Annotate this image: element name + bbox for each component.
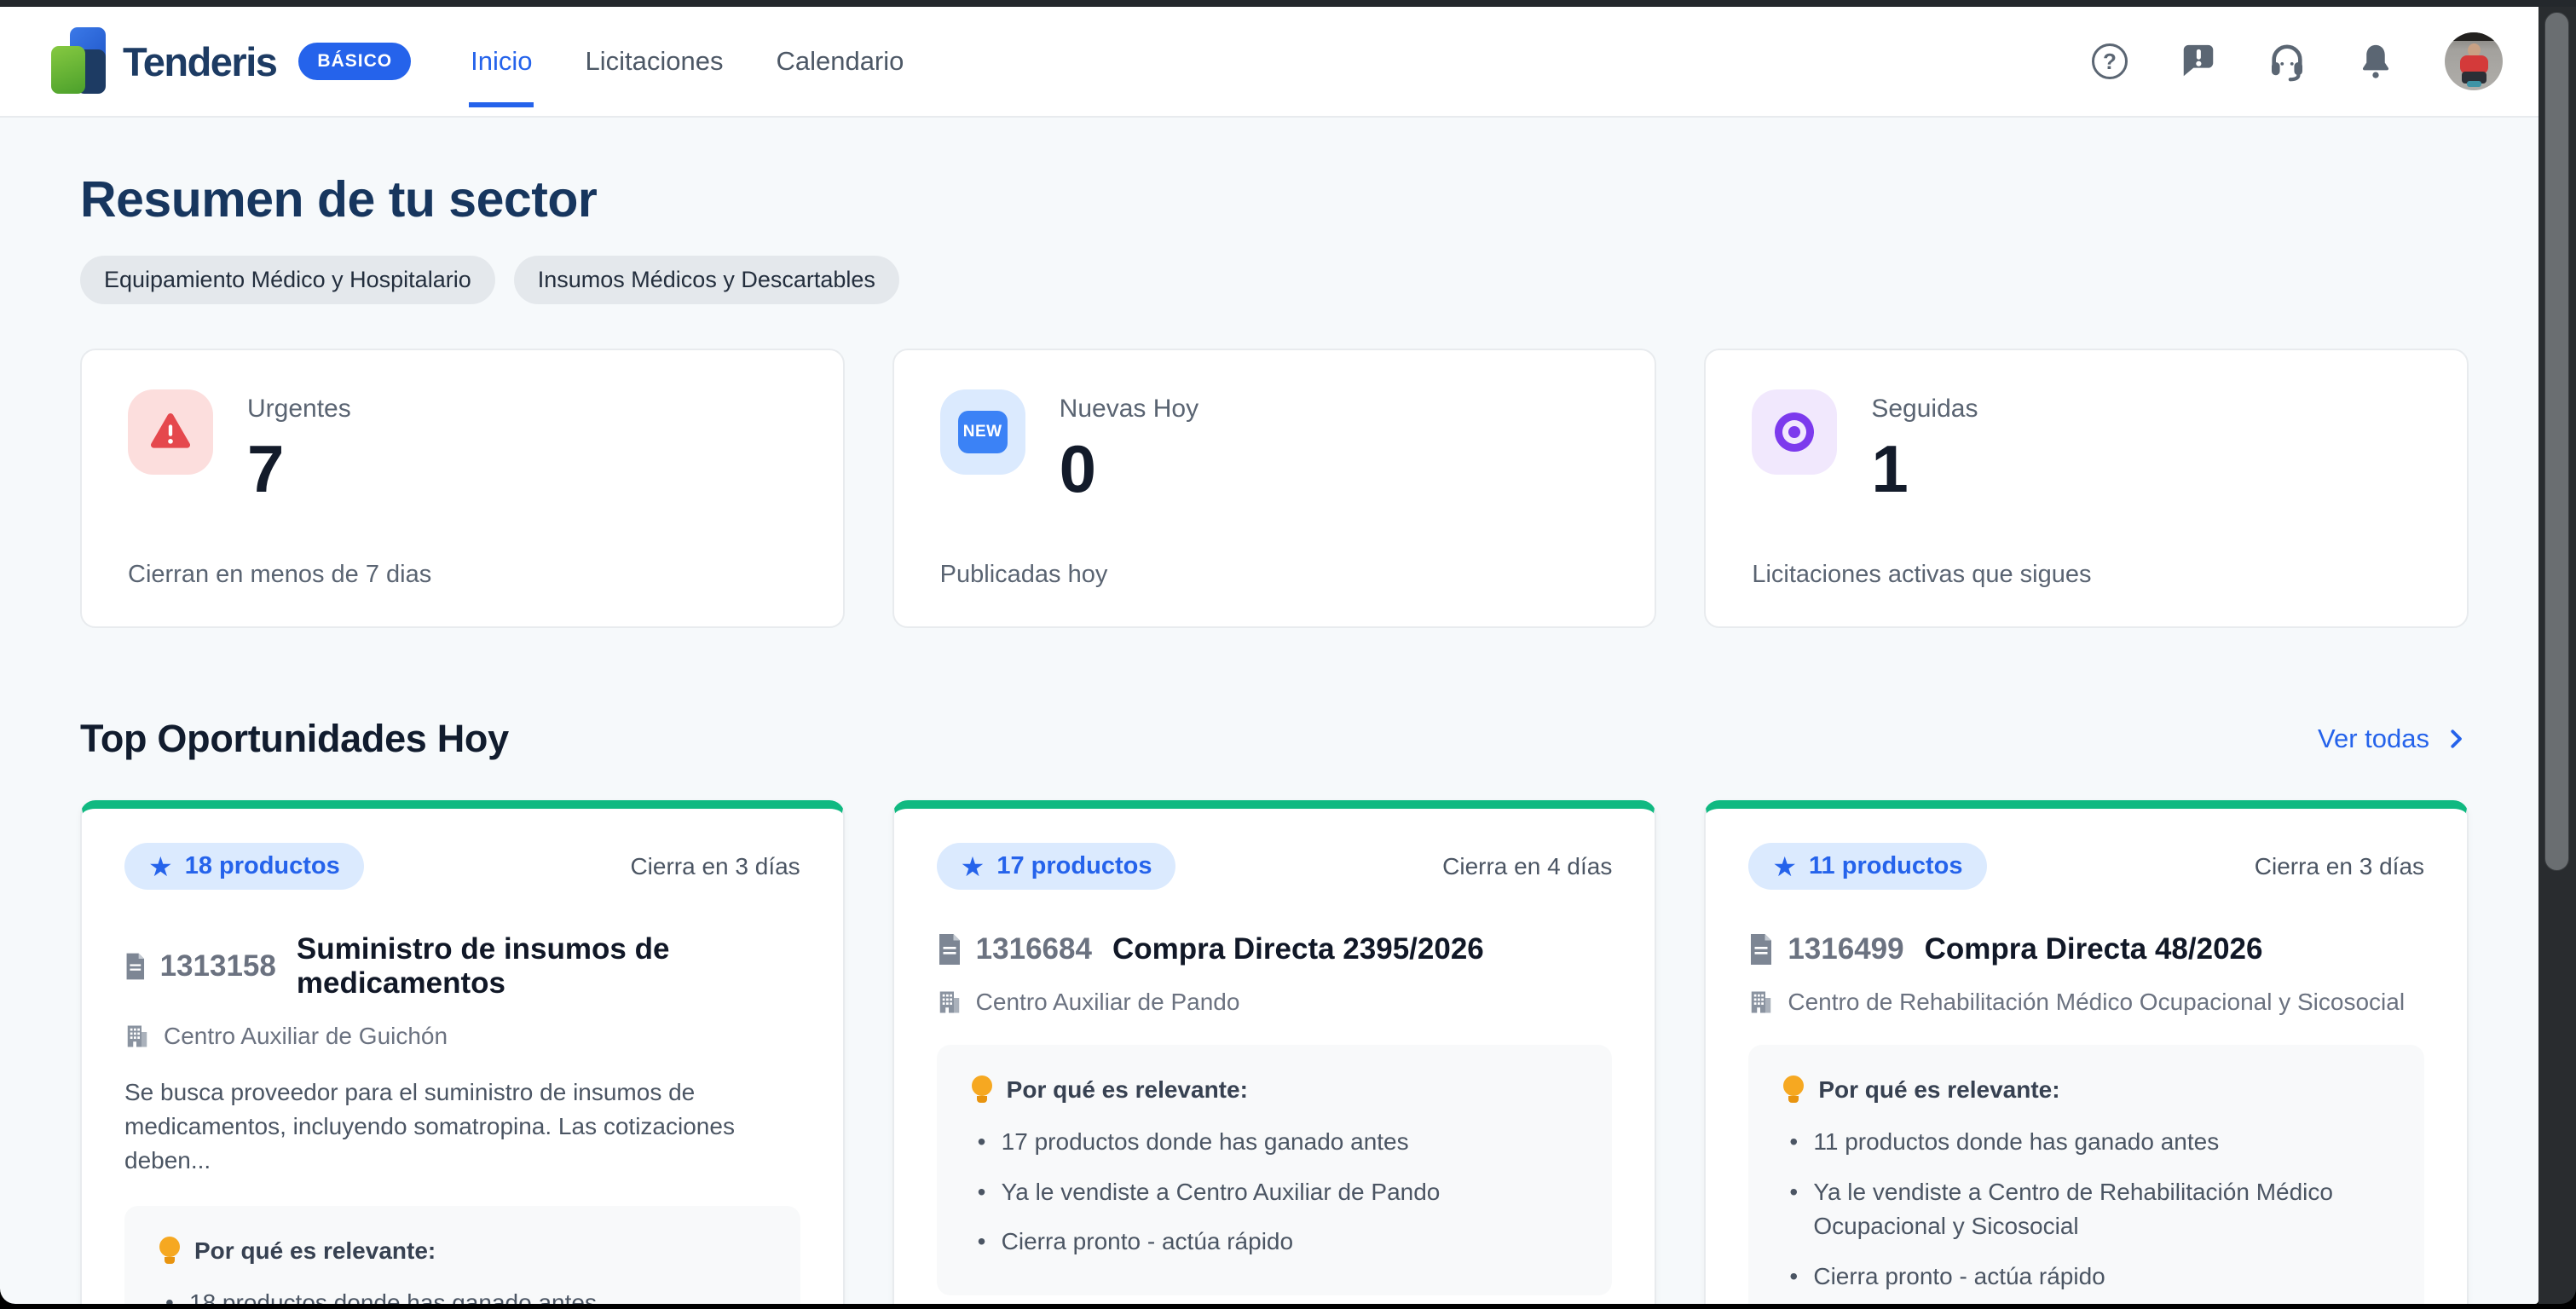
- relevance-title: Por qué es relevante:: [1007, 1076, 1248, 1104]
- sector-tags: Equipamiento Médico y Hospitalario Insum…: [80, 256, 2469, 304]
- headset-icon: [2267, 41, 2307, 82]
- stat-value: 0: [1060, 435, 1198, 502]
- relevance-point: Ya le vendiste a Centro de Rehabilitació…: [1782, 1175, 2390, 1244]
- tenderis-logo-icon: [51, 27, 107, 95]
- view-all-label: Ver todas: [2318, 724, 2429, 754]
- bell-icon: [2356, 42, 2395, 81]
- opportunity-card[interactable]: ★ 11 productos Cierra en 3 días 1316499 …: [1704, 800, 2469, 1304]
- stats-row: Urgentes 7 Cierran en menos de 7 dias NE…: [80, 349, 2469, 628]
- relevance-box: Por qué es relevante: 17 productos donde…: [937, 1045, 1613, 1295]
- relevance-title: Por qué es relevante:: [1818, 1076, 2059, 1104]
- lightbulb-icon: [1782, 1075, 1805, 1104]
- document-icon: [937, 934, 962, 965]
- building-icon: [1748, 989, 1774, 1015]
- relevance-title: Por qué es relevante:: [194, 1237, 436, 1265]
- feedback-icon: [2179, 42, 2218, 81]
- plan-badge: BÁSICO: [298, 43, 411, 80]
- support-button[interactable]: [2267, 42, 2307, 81]
- main-nav: Inicio Licitaciones Calendario: [469, 7, 905, 117]
- tender-id: 1313158: [160, 949, 276, 983]
- stat-card-urgentes[interactable]: Urgentes 7 Cierran en menos de 7 dias: [80, 349, 845, 628]
- app-header: Tenderis BÁSICO Inicio Licitaciones Cale…: [0, 7, 2538, 118]
- nav-tab-licitaciones[interactable]: Licitaciones: [583, 15, 725, 107]
- document-icon: [1748, 934, 1774, 965]
- relevance-point: Cierra pronto - actúa rápido: [971, 1225, 1579, 1260]
- products-badge: ★ 18 productos: [124, 843, 364, 890]
- building-icon: [937, 989, 962, 1015]
- star-icon: ★: [961, 853, 985, 880]
- stat-caption: Licitaciones activas que sigues: [1752, 561, 2421, 589]
- closes-in-label: Cierra en 4 días: [1442, 853, 1612, 880]
- closes-in-label: Cierra en 3 días: [630, 853, 800, 880]
- organization-name: Centro Auxiliar de Guichón: [164, 1023, 448, 1050]
- products-badge: ★ 11 productos: [1748, 843, 1986, 890]
- lightbulb-icon: [159, 1237, 181, 1266]
- header-actions: ?: [2090, 32, 2503, 90]
- window-top-bar: [0, 0, 2576, 7]
- products-badge: ★ 17 productos: [937, 843, 1176, 890]
- feedback-button[interactable]: [2179, 42, 2218, 81]
- organization-name: Centro Auxiliar de Pando: [976, 989, 1240, 1016]
- opportunity-cards: ★ 18 productos Cierra en 3 días 1313158 …: [80, 800, 2469, 1304]
- logo-link[interactable]: Tenderis: [51, 27, 276, 95]
- lightbulb-icon: [971, 1075, 993, 1104]
- page-scrollbar[interactable]: [2538, 7, 2576, 1304]
- main-content: Resumen de tu sector Equipamiento Médico…: [0, 170, 2538, 1304]
- relevance-list: 11 productos donde has ganado antes Ya l…: [1782, 1125, 2390, 1294]
- scrollbar-thumb[interactable]: [2544, 12, 2569, 871]
- eye-icon: [1775, 412, 1814, 452]
- tender-id: 1316499: [1788, 932, 1903, 966]
- star-icon: ★: [148, 853, 173, 880]
- user-avatar[interactable]: [2445, 32, 2503, 90]
- closes-in-label: Cierra en 3 días: [2255, 853, 2424, 880]
- relevance-point: Ya le vendiste a Centro Auxiliar de Pand…: [971, 1175, 1579, 1210]
- relevance-list: 18 productos donde has ganado antes Ya l…: [159, 1286, 766, 1304]
- stat-value: 7: [247, 435, 351, 502]
- stat-label: Seguidas: [1871, 395, 1978, 424]
- page-title: Resumen de tu sector: [80, 170, 2469, 228]
- tender-title: Suministro de insumos de medicamentos: [297, 932, 800, 1000]
- opportunity-card[interactable]: ★ 17 productos Cierra en 4 días 1316684 …: [892, 800, 1657, 1304]
- relevance-box: Por qué es relevante: 11 productos donde…: [1748, 1045, 2424, 1304]
- relevance-list: 17 productos donde has ganado antes Ya l…: [971, 1125, 1579, 1260]
- relevance-point: 17 productos donde has ganado antes: [971, 1125, 1579, 1160]
- relevance-point: Cierra pronto - actúa rápido: [1782, 1260, 2390, 1295]
- relevance-point: 11 productos donde has ganado antes: [1782, 1125, 2390, 1160]
- help-button[interactable]: ?: [2090, 42, 2129, 81]
- stat-caption: Publicadas hoy: [940, 561, 1609, 589]
- document-icon: [124, 951, 147, 982]
- stat-card-seguidas[interactable]: Seguidas 1 Licitaciones activas que sigu…: [1704, 349, 2469, 628]
- section-title: Top Oportunidades Hoy: [80, 717, 509, 761]
- organization-name: Centro de Rehabilitación Médico Ocupacio…: [1788, 989, 2405, 1016]
- relevance-point: 18 productos donde has ganado antes: [159, 1286, 766, 1304]
- chevron-right-icon: [2443, 726, 2469, 752]
- tender-description: Se busca proveedor para el suministro de…: [124, 1075, 800, 1177]
- stat-caption: Cierran en menos de 7 dias: [128, 561, 797, 589]
- stat-label: Nuevas Hoy: [1060, 395, 1198, 424]
- stat-label: Urgentes: [247, 395, 351, 424]
- star-icon: ★: [1772, 853, 1797, 880]
- logo-text: Tenderis: [123, 38, 276, 85]
- help-icon: ?: [2092, 43, 2128, 79]
- tender-title: Compra Directa 48/2026: [1925, 932, 2263, 966]
- relevance-box: Por qué es relevante: 18 productos donde…: [124, 1206, 800, 1304]
- stat-card-nuevas-hoy[interactable]: NEW Nuevas Hoy 0 Publicadas hoy: [892, 349, 1657, 628]
- nav-tab-inicio[interactable]: Inicio: [469, 15, 534, 107]
- sector-tag: Equipamiento Médico y Hospitalario: [80, 256, 495, 304]
- view-all-link[interactable]: Ver todas: [2318, 724, 2469, 754]
- opportunity-card[interactable]: ★ 18 productos Cierra en 3 días 1313158 …: [80, 800, 845, 1304]
- stat-value: 1: [1871, 435, 1978, 502]
- building-icon: [124, 1024, 150, 1049]
- app-window: Tenderis BÁSICO Inicio Licitaciones Cale…: [0, 7, 2538, 1304]
- tender-id: 1316684: [976, 932, 1092, 966]
- window-bottom-bar: [0, 1304, 2576, 1309]
- nav-tab-calendario[interactable]: Calendario: [774, 15, 905, 107]
- sector-tag: Insumos Médicos y Descartables: [514, 256, 899, 304]
- new-badge-icon: NEW: [958, 411, 1008, 453]
- notifications-button[interactable]: [2356, 42, 2395, 81]
- alert-triangle-icon: [148, 412, 193, 453]
- tender-title: Compra Directa 2395/2026: [1112, 932, 1484, 966]
